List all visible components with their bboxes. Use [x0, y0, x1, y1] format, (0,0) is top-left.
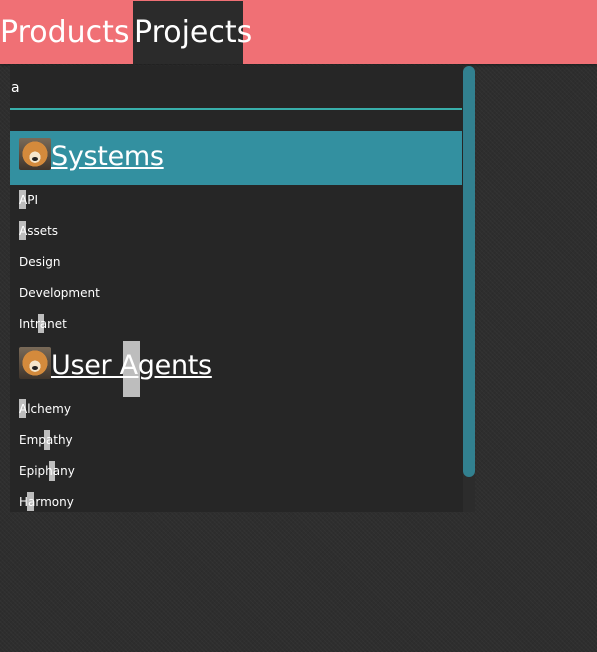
- list-item-design[interactable]: Design: [19, 255, 60, 269]
- tab-products[interactable]: Products: [0, 1, 133, 64]
- shiba-avatar-icon: [19, 347, 51, 379]
- scrollbar-thumb[interactable]: [463, 66, 475, 477]
- group-label-systems[interactable]: Systems: [51, 141, 164, 172]
- group-label-user-agents[interactable]: User Agents: [51, 350, 212, 381]
- shiba-avatar-icon: [19, 138, 51, 170]
- list-item-intranet[interactable]: Intranet: [19, 317, 67, 331]
- tab-projects[interactable]: Projects: [133, 1, 252, 64]
- group-header-user-agents[interactable]: User Agents: [10, 340, 462, 394]
- list-item-empathy[interactable]: Empathy: [19, 433, 73, 447]
- list-item-harmony[interactable]: Harmony: [19, 495, 74, 509]
- group-header-systems[interactable]: Systems: [10, 131, 462, 185]
- top-nav-bar: Products Projects: [0, 0, 597, 64]
- list-item-alchemy[interactable]: Alchemy: [19, 402, 71, 416]
- list-item-development[interactable]: Development: [19, 286, 100, 300]
- list-item-api[interactable]: API: [19, 193, 38, 207]
- list-item-assets[interactable]: Assets: [19, 224, 58, 238]
- search-field[interactable]: [10, 74, 462, 110]
- search-input[interactable]: [11, 74, 451, 102]
- list-item-epiphany[interactable]: Epiphany: [19, 464, 75, 478]
- search-dropdown-panel: Systems API Assets Design Development In…: [10, 66, 475, 512]
